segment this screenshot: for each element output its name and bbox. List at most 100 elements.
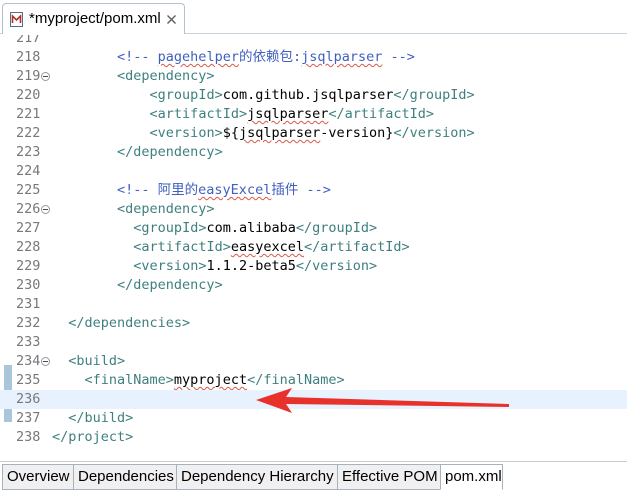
code-line[interactable]: 225 <!-- 阿里的easyExcel插件 --> [0,181,627,200]
line-number: 237 [16,410,41,426]
line-number: 230 [16,277,41,293]
line-number: 218 [16,49,41,65]
xml-text: 1.1.2-beta5 [206,258,296,274]
code-line[interactable]: 224 [0,162,627,181]
code-line[interactable]: 236 [0,390,627,409]
xml-tag: <dependency> [117,68,215,84]
xml-tag: <groupId> [149,87,223,103]
code-text: <artifactId>easyexcel</artifactId> [133,238,409,257]
code-text: </dependency> [117,276,223,295]
editor-tab-pom-xml[interactable]: *myproject/pom.xml [2,3,185,34]
code-line[interactable]: 227 <groupId>com.alibaba</groupId> [0,219,627,238]
xml-text: jsqlparser [247,106,329,122]
xml-text: easyexcel [230,239,304,255]
xml-comment: 的依赖包: [238,49,302,65]
line-number: 238 [16,429,41,445]
xml-text: com.alibaba [206,220,296,236]
code-text: <version>${jsqlparser-version}</version> [150,124,475,143]
xml-tag: <dependency> [117,201,215,217]
xml-comment: 插件 --> [271,182,331,198]
xml-tag: <finalName> [84,372,174,388]
xml-comment: <!-- 阿里的 [117,182,199,198]
xml-tag: <artifactId> [133,239,231,255]
code-line[interactable]: 232 </dependencies> [0,314,627,333]
code-line[interactable]: 233 [0,333,627,352]
xml-tag: </artifactId> [304,239,410,255]
xml-comment: easyExcel [198,182,272,198]
tab-overview[interactable]: Overview [2,464,74,490]
close-icon[interactable] [166,14,177,25]
xml-text: ${ [222,125,239,141]
code-line[interactable]: 217 [0,35,627,48]
tab-effective-pom[interactable]: Effective POM [337,464,441,490]
code-text: <finalName>myproject</finalName> [85,371,345,390]
line-number: 223 [16,144,41,160]
maven-file-icon [10,12,23,27]
code-text: <groupId>com.github.jsqlparser</groupId> [150,86,475,105]
line-number: 226 [16,201,41,217]
pom-editor-page-tabs: Overview Dependencies Dependency Hierarchy… [0,461,627,493]
code-text: <artifactId>jsqlparser</artifactId> [150,105,435,124]
code-line[interactable]: 221 <artifactId>jsqlparser</artifactId> [0,105,627,124]
tab-dependencies[interactable]: Dependencies [73,464,177,490]
code-text: <dependency> [117,200,215,219]
code-line[interactable]: 219 <dependency> [0,67,627,86]
line-number: 233 [16,334,41,350]
code-line[interactable]: 230 </dependency> [0,276,627,295]
line-number: 219 [16,68,41,84]
xml-tag: </dependency> [117,277,223,293]
code-line[interactable]: 229 <version>1.1.2-beta5</version> [0,257,627,276]
code-text: <!-- pagehelper的依赖包:jsqlparser --> [117,48,415,67]
fold-toggle-icon[interactable] [41,357,50,366]
fold-toggle-icon[interactable] [41,72,50,81]
code-text: <build> [68,352,125,371]
line-number: 217 [16,35,41,46]
editor-tab-title: *myproject/pom.xml [29,10,161,27]
code-text: </dependencies> [68,314,190,333]
xml-comment: --> [382,49,415,65]
xml-comment: jsqlparser [301,49,383,65]
xml-tag: <version> [149,125,223,141]
xml-tag: <groupId> [133,220,207,236]
code-line[interactable]: 237 </build> [0,409,627,428]
xml-tag: </artifactId> [328,106,435,122]
tab-pom-xml[interactable]: pom.xml [440,464,503,490]
tab-dependency-hierarchy[interactable]: Dependency Hierarchy [176,464,338,490]
code-line[interactable]: 222 <version>${jsqlparser-version}</versi… [0,124,627,143]
code-line[interactable]: 231 [0,295,627,314]
xml-tag: </dependency> [117,144,223,160]
editor-tab-bar: *myproject/pom.xml [0,0,627,34]
xml-tag: </groupId> [393,87,475,103]
xml-tag: <artifactId> [149,106,248,122]
line-number: 221 [16,106,41,122]
xml-tag: </project> [52,429,134,445]
line-number: 228 [16,239,41,255]
code-line[interactable]: 220 <groupId>com.github.jsqlparser</group… [0,86,627,105]
code-line[interactable]: 218 <!-- pagehelper的依赖包:jsqlparser --> [0,48,627,67]
line-number: 224 [16,163,41,179]
code-text: </project> [52,428,133,447]
xml-text: com.github.jsqlparser [222,87,394,103]
line-number: 236 [16,391,41,407]
code-line[interactable]: 235 <finalName>myproject</finalName> [0,371,627,390]
fold-toggle-icon[interactable] [41,205,50,214]
code-text: <!-- 阿里的easyExcel插件 --> [117,181,331,200]
xml-tag: <build> [68,353,126,369]
code-text: </build> [68,409,133,428]
code-line[interactable]: 226 <dependency> [0,200,627,219]
code-line[interactable]: 223 </dependency> [0,143,627,162]
xml-tag: </finalName> [247,372,345,388]
code-line[interactable]: 238 </project> [0,428,627,447]
code-text: </dependency> [117,143,223,162]
code-line[interactable]: 234 <build> [0,352,627,371]
xml-comment: <!-- [117,49,158,65]
code-line[interactable]: 228 <artifactId>easyexcel</artifactId> [0,238,627,257]
code-text: <dependency> [117,67,215,86]
xml-tag: </groupId> [295,220,378,236]
line-number: 234 [16,353,41,369]
xml-tag: </dependencies> [68,315,191,331]
line-number: 225 [16,182,41,198]
line-number: 232 [16,315,41,331]
xml-source-editor[interactable]: 217 218 <!-- pagehelper的依赖包:jsqlparser -->… [0,35,627,461]
code-text: <version>1.1.2-beta5</version> [133,257,377,276]
